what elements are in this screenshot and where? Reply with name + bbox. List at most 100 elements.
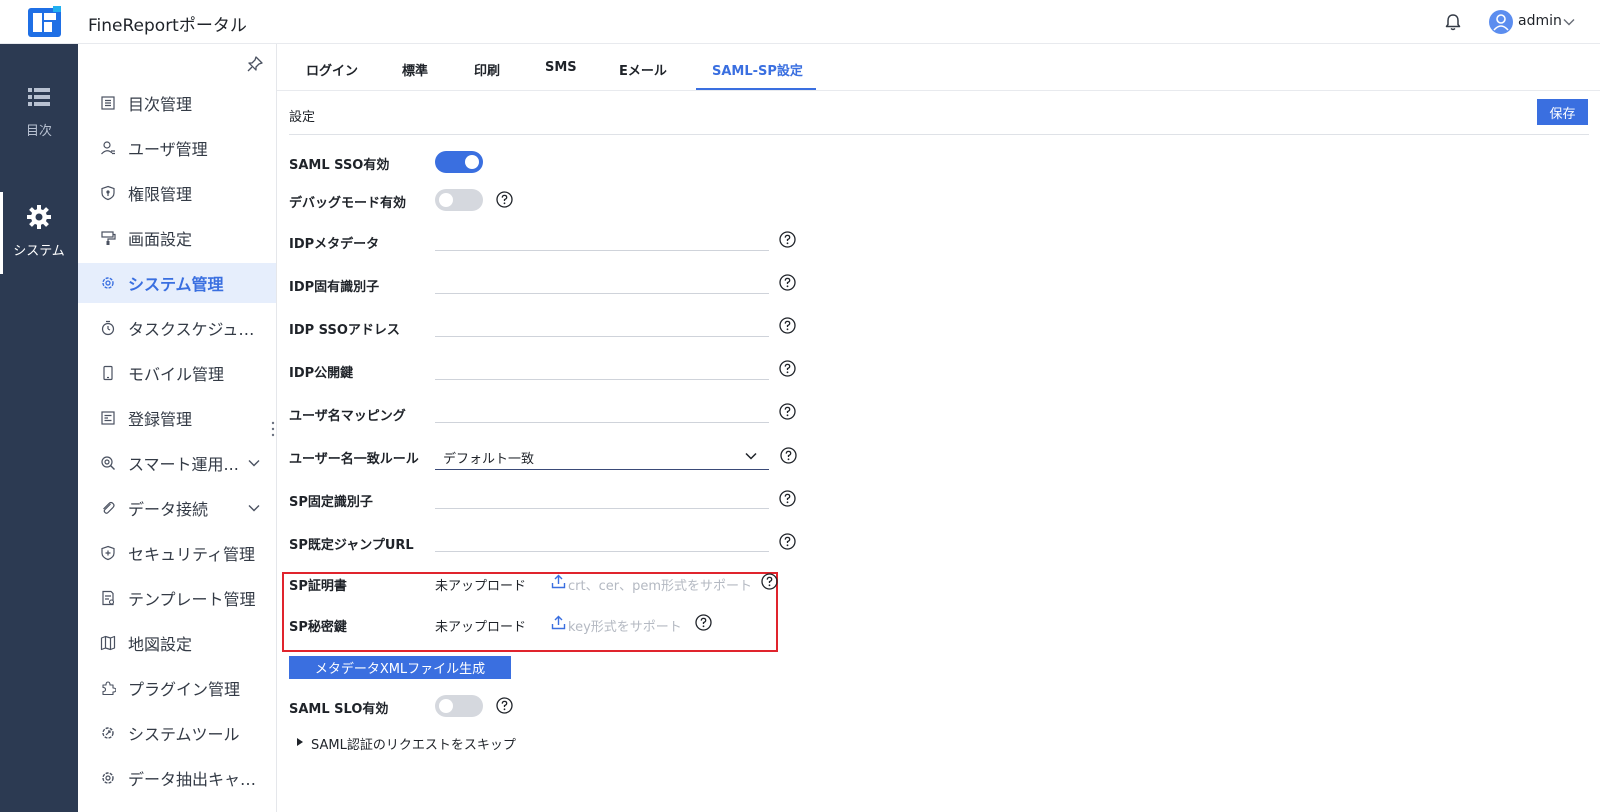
nav-item-catalog[interactable]: 目次 xyxy=(0,72,78,154)
saml-sso-label: SAML SSO有効 xyxy=(289,158,390,173)
submenu-item-user[interactable]: ユーザ管理 xyxy=(78,128,276,168)
map-icon xyxy=(100,635,116,651)
help-icon[interactable] xyxy=(761,573,778,590)
help-icon[interactable] xyxy=(779,533,796,550)
submenu-label: システムツール xyxy=(128,725,240,744)
submenu-label: セキュリティ管理 xyxy=(128,545,256,564)
sp-private-key-status: 未アップロード xyxy=(435,620,527,635)
saml-slo-label: SAML SLO有効 xyxy=(289,702,389,717)
username-mapping-label: ユーザ名マッピング xyxy=(289,409,406,424)
username-mapping-input[interactable] xyxy=(435,399,769,423)
sp-default-jump-url-label: SP既定ジャンプURL xyxy=(289,538,414,553)
help-icon[interactable] xyxy=(779,317,796,334)
idp-metadata-input[interactable] xyxy=(435,227,769,251)
toggle-knob xyxy=(465,155,479,169)
submenu-item-security[interactable]: セキュリティ管理 xyxy=(78,533,276,573)
sp-default-jump-url-input[interactable] xyxy=(435,528,769,552)
submenu-item-data-extract-cache[interactable]: データ抽出キャッ... xyxy=(78,758,276,798)
pin-icon[interactable] xyxy=(246,55,264,73)
submenu-label: データ接続 xyxy=(128,500,209,519)
idp-entity-id-input[interactable] xyxy=(435,270,769,294)
secondary-menu: 目次管理 ユーザ管理 権限管理 画面設定 システム管理 タスクスケジューラ モバ… xyxy=(78,44,277,812)
idp-sso-address-input[interactable] xyxy=(435,313,769,337)
debug-mode-label: デバッグモード有効 xyxy=(289,196,407,211)
submenu-item-system-tools[interactable]: システムツール xyxy=(78,713,276,753)
submenu-item-plugin[interactable]: プラグイン管理 xyxy=(78,668,276,708)
skip-auth-request-toggle[interactable]: SAML認証のリクエストをスキップ xyxy=(311,734,516,753)
chevron-down-icon[interactable] xyxy=(246,455,262,471)
tab-sms[interactable]: SMS xyxy=(545,60,577,75)
register-icon xyxy=(101,411,115,425)
sp-entity-id-input[interactable] xyxy=(435,485,769,509)
permission-icon xyxy=(101,185,115,201)
idp-metadata-label: IDPメタデータ xyxy=(289,237,380,252)
smart-ops-icon xyxy=(101,456,115,470)
submenu-item-smart-ops[interactable]: スマート運用... xyxy=(78,443,276,483)
bell-icon[interactable] xyxy=(1443,12,1463,32)
user-name[interactable]: admin xyxy=(1518,13,1562,29)
finereport-logo[interactable] xyxy=(28,6,61,37)
caret-right-icon[interactable] xyxy=(297,738,303,746)
help-icon[interactable] xyxy=(779,274,796,291)
submenu-item-map[interactable]: 地図設定 xyxy=(78,623,276,663)
submenu-item-template[interactable]: テンプレート管理 xyxy=(78,578,276,618)
app-title: FineReportポータル xyxy=(88,16,247,36)
idp-public-key-input[interactable] xyxy=(435,356,769,380)
submenu-label: タスクスケジューラ xyxy=(128,320,268,339)
chevron-down-icon[interactable] xyxy=(1561,14,1577,30)
upload-icon[interactable] xyxy=(551,574,566,589)
tab-print[interactable]: 印刷 xyxy=(474,60,500,79)
submenu-label: 登録管理 xyxy=(128,410,193,429)
tab-email[interactable]: Eメール xyxy=(619,60,667,79)
submenu-item-task-scheduler[interactable]: タスクスケジューラ xyxy=(78,308,276,348)
timer-icon xyxy=(101,320,115,336)
help-icon[interactable] xyxy=(779,231,796,248)
nav-item-system[interactable]: システム xyxy=(0,192,78,274)
submenu-label: 地図設定 xyxy=(128,635,193,654)
submenu-item-catalog[interactable]: 目次管理 xyxy=(78,83,276,123)
submenu-label: モバイル管理 xyxy=(128,365,225,384)
section-title: 設定 xyxy=(289,110,316,125)
upload-icon[interactable] xyxy=(551,615,566,630)
gear-icon xyxy=(102,277,114,289)
help-icon[interactable] xyxy=(780,447,797,464)
plugin-icon xyxy=(102,681,116,696)
sp-certificate-status: 未アップロード xyxy=(435,579,527,594)
settings-content: ログイン 標準 印刷 SMS Eメール SAML-SP設定 設定 保存 SAML… xyxy=(277,44,1600,812)
submenu-item-registration[interactable]: 登録管理 xyxy=(78,398,276,438)
submenu-item-system-management[interactable]: システム管理 xyxy=(78,263,276,303)
submenu-label: 画面設定 xyxy=(128,230,193,249)
idp-sso-address-label: IDP SSOアドレス xyxy=(289,323,400,338)
help-icon[interactable] xyxy=(779,403,796,420)
help-icon[interactable] xyxy=(496,697,513,714)
submenu-item-mobile[interactable]: モバイル管理 xyxy=(78,353,276,393)
sp-private-key-hint[interactable]: key形式をサポート xyxy=(568,616,682,635)
tab-saml-sp-settings[interactable]: SAML-SP設定 xyxy=(712,60,803,79)
template-icon xyxy=(102,590,115,606)
idp-entity-id-label: IDP固有識別子 xyxy=(289,280,380,295)
tab-login[interactable]: ログイン xyxy=(306,60,358,79)
help-icon[interactable] xyxy=(496,191,513,208)
help-icon[interactable] xyxy=(779,490,796,507)
nav-label: システム xyxy=(13,244,65,259)
submenu-label: ユーザ管理 xyxy=(128,140,208,159)
saml-slo-toggle[interactable] xyxy=(435,695,483,717)
username-match-rule-select[interactable]: デフォルト一致 xyxy=(435,444,769,470)
avatar[interactable] xyxy=(1489,10,1513,34)
submenu-item-data-connection[interactable]: データ接続 xyxy=(78,488,276,528)
debug-mode-toggle[interactable] xyxy=(435,189,483,211)
help-icon[interactable] xyxy=(695,614,712,631)
help-icon[interactable] xyxy=(779,360,796,377)
submenu-item-screen-settings[interactable]: 画面設定 xyxy=(78,218,276,258)
gear-icon xyxy=(27,205,51,229)
save-button[interactable]: 保存 xyxy=(1537,99,1588,125)
user-avatar-icon xyxy=(1493,14,1509,31)
generate-metadata-xml-button[interactable]: メタデータXMLファイル生成 xyxy=(289,656,511,679)
sp-certificate-hint[interactable]: crt、cer、pem形式をサポート xyxy=(568,575,752,594)
tab-standard[interactable]: 標準 xyxy=(402,60,428,79)
chevron-down-icon[interactable] xyxy=(246,500,262,516)
list-icon xyxy=(28,88,50,106)
submenu-item-permission[interactable]: 権限管理 xyxy=(78,173,276,213)
brush-icon xyxy=(101,231,116,245)
saml-sso-toggle[interactable] xyxy=(435,151,483,173)
